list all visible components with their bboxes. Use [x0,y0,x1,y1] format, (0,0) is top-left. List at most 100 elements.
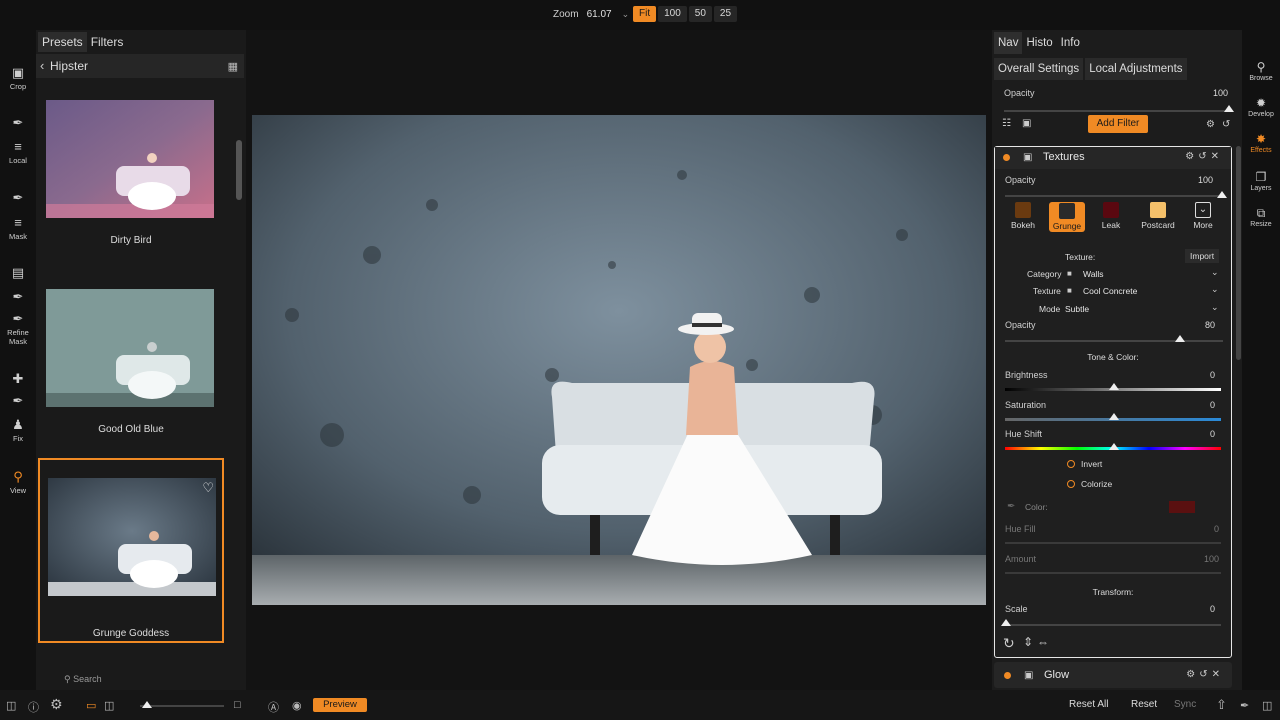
slider-handle[interactable] [1109,443,1119,450]
panel-toggle-icon[interactable]: ◫ [6,699,16,712]
reset-all-button[interactable]: Reset All [1069,699,1108,710]
amount-value[interactable]: 100 [1197,554,1219,564]
zoom-fit-button[interactable]: Fit [633,6,657,22]
texture-dropdown[interactable]: Cool Concrete [1083,286,1137,296]
tool-refine-mask[interactable]: ✒ Refine Mask [0,312,36,347]
presets-scrollbar[interactable] [236,140,242,200]
preset-dirty-bird[interactable]: Dirty Bird [38,82,224,267]
colorize-radio[interactable] [1067,480,1075,488]
import-button[interactable]: Import [1185,249,1220,263]
zoom-100-button[interactable]: 100 [658,6,687,22]
flip-vertical-icon[interactable]: ⇕ [1023,635,1033,649]
texture-type-postcard[interactable]: Postcard [1137,202,1179,230]
grid-view-icon[interactable]: ▦ [228,60,238,73]
tool-refine[interactable]: ▤ [0,266,36,280]
preset-category-header[interactable]: ‹ Hipster ▦ [36,54,244,78]
help-icon[interactable]: ⓘ [28,699,39,715]
fullscreen-icon[interactable]: □ [234,699,241,711]
image-canvas[interactable] [246,30,992,690]
slider-handle[interactable] [1109,383,1119,390]
eyedropper-icon[interactable]: ✒ [1007,501,1015,512]
auto-icon[interactable]: Ⓐ [268,699,279,715]
preset-good-old-blue[interactable]: Good Old Blue [38,271,224,456]
slider-handle[interactable] [1217,191,1227,198]
sync-button[interactable]: Sync [1174,699,1196,710]
chevron-down-icon[interactable]: ⌄ [1211,267,1219,278]
tool-refine-brush[interactable]: ✒ [0,290,36,304]
scale-slider[interactable] [1005,624,1221,626]
stack-icon[interactable]: ☷ [1002,118,1011,129]
reset-button[interactable]: Reset [1131,699,1157,710]
amount-slider[interactable] [1005,572,1221,574]
mask-preview-icon[interactable]: ◉ [292,699,302,712]
tool-mask[interactable]: ≡ Mask [0,216,36,242]
heart-icon[interactable]: ♡ [202,480,214,496]
thumbnail-size-slider[interactable] [140,705,224,707]
preview-button[interactable]: Preview [313,698,367,712]
tab-info[interactable]: Info [1057,32,1084,54]
zoom-50-button[interactable]: 50 [688,6,712,22]
texture-opacity-value[interactable]: 80 [1193,320,1215,330]
tab-presets[interactable]: Presets [38,32,87,52]
reset-icon[interactable]: ↺ [1222,119,1230,130]
share-icon[interactable]: ⇧ [1216,697,1227,713]
compare-view-icon[interactable]: ◫ [104,699,114,712]
mask-icon[interactable]: ▣ [1023,152,1032,163]
layer-opacity-slider[interactable] [1004,110,1226,112]
slider-handle[interactable] [1109,413,1119,420]
chevron-down-icon[interactable]: ⌄ [622,9,630,20]
filter-enabled-dot[interactable] [1004,672,1011,679]
texture-type-leak[interactable]: Leak [1093,202,1129,230]
tab-local-adjustments[interactable]: Local Adjustments [1085,58,1187,80]
scale-value[interactable]: 0 [1193,604,1215,614]
glow-filter-panel[interactable]: ▣ Glow ⚙↺✕ [994,662,1232,688]
mask-toggle-icon[interactable]: ▣ [1022,118,1031,129]
tool-view[interactable]: ⚲ View [0,470,36,496]
texture-type-more[interactable]: ⌄ More [1185,202,1221,230]
adjustments-scrollbar[interactable] [1236,146,1241,360]
preset-grunge-goddess[interactable]: ♡ Grunge Goddess [38,458,224,643]
add-filter-button[interactable]: Add Filter [1088,115,1148,133]
zoom-value[interactable]: 61.07 [587,9,612,20]
hue-shift-value[interactable]: 0 [1193,429,1215,439]
saturation-value[interactable]: 0 [1193,400,1215,410]
textures-header[interactable]: ▣ Textures ⚙↺✕ [995,147,1231,169]
tool-brush[interactable]: ✒ [0,116,36,130]
layer-opacity-value[interactable]: 100 [1206,88,1228,98]
slider-handle[interactable] [1001,619,1011,626]
hue-fill-slider[interactable] [1005,542,1221,544]
filter-header-icons[interactable]: ⚙↺✕ [1185,151,1223,162]
texture-type-bokeh[interactable]: Bokeh [1005,202,1041,230]
chevron-left-icon[interactable]: ‹ [40,58,44,73]
slider-handle[interactable] [1175,335,1185,342]
zoom-control[interactable]: Zoom 61.07 ⌄ [553,9,629,20]
tab-histo[interactable]: Histo [1022,32,1056,54]
tool-crop[interactable]: ▣ Crop [0,66,36,92]
module-resize[interactable]: ⧉ Resize [1242,206,1280,228]
module-layers[interactable]: ❐ Layers [1242,170,1280,192]
filter-enabled-dot[interactable] [1003,154,1010,161]
single-view-icon[interactable]: ▭ [86,699,96,712]
textures-opacity-slider[interactable] [1005,195,1225,197]
gear-icon[interactable]: ⚙ [1206,119,1215,130]
flip-horizontal-icon[interactable]: ⇔ [1037,635,1049,649]
tool-local[interactable]: ≡ Local [0,140,36,166]
module-browse[interactable]: ⚲ Browse [1242,60,1280,82]
tool-mask-brush[interactable]: ✒ [0,191,36,205]
mask-icon[interactable]: ▣ [1024,670,1033,681]
texture-type-grunge[interactable]: Grunge [1049,202,1085,232]
filter-header-icons[interactable]: ⚙↺✕ [1186,669,1224,680]
tab-overall-settings[interactable]: Overall Settings [994,58,1084,80]
wrench-icon[interactable]: ✒ [1240,699,1249,712]
chevron-down-icon[interactable]: ⌄ [1211,284,1219,295]
hue-fill-value[interactable]: 0 [1197,524,1219,534]
sidebar-toggle-icon[interactable]: ◫ [1262,699,1272,712]
module-develop[interactable]: ✹ Develop [1242,96,1280,118]
main-photo[interactable] [252,115,986,605]
tool-fix-heal[interactable]: ✚ [0,372,36,386]
slider-handle[interactable] [1224,105,1234,112]
chevron-down-icon[interactable]: ⌄ [1211,302,1219,313]
color-swatch[interactable] [1169,501,1195,513]
invert-radio[interactable] [1067,460,1075,468]
tab-nav[interactable]: Nav [994,32,1023,54]
